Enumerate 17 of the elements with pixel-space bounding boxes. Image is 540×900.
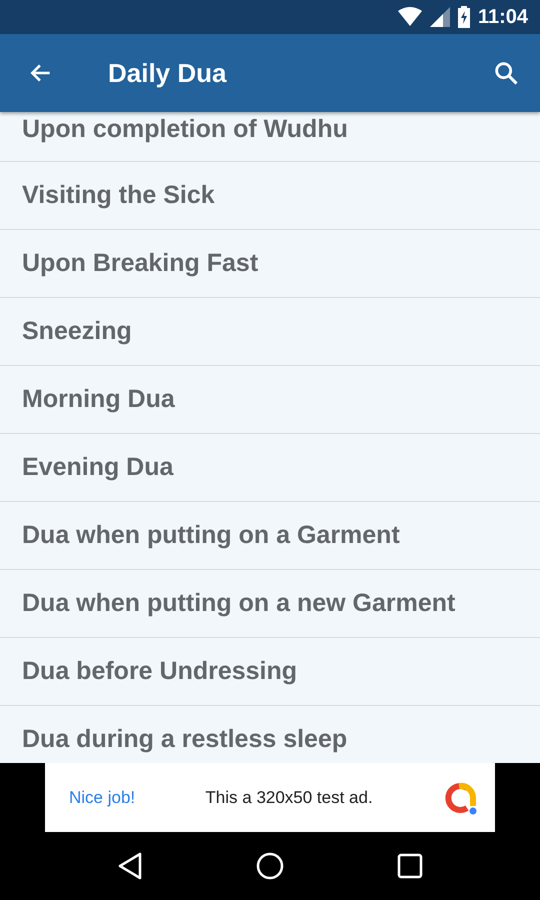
dua-list-item[interactable]: Dua when putting on a new Garment	[0, 570, 540, 638]
dua-list-item[interactable]: Visiting the Sick	[0, 162, 540, 230]
ad-text: This a 320x50 test ad.	[204, 788, 374, 808]
dua-list-item[interactable]: Upon completion of Wudhu	[0, 112, 540, 162]
battery-icon	[458, 6, 470, 28]
app-title: Daily Dua	[108, 58, 228, 88]
dua-list-item[interactable]: Dua when putting on a Garment	[0, 502, 540, 570]
ad-banner[interactable]: Nice job! This a 320x50 test ad.	[45, 763, 495, 832]
dua-list-item[interactable]: Dua before Undressing	[0, 638, 540, 706]
wifi-icon	[398, 7, 422, 27]
ad-headline: Nice job!	[69, 788, 136, 808]
status-time: 11:04	[478, 6, 528, 28]
dua-list-item[interactable]: Sneezing	[0, 298, 540, 366]
signal-icon	[430, 7, 450, 27]
dua-list-item[interactable]: Evening Dua	[0, 434, 540, 502]
dua-list-item[interactable]: Morning Dua	[0, 366, 540, 434]
dua-list-item[interactable]: Upon Breaking Fast	[0, 230, 540, 298]
